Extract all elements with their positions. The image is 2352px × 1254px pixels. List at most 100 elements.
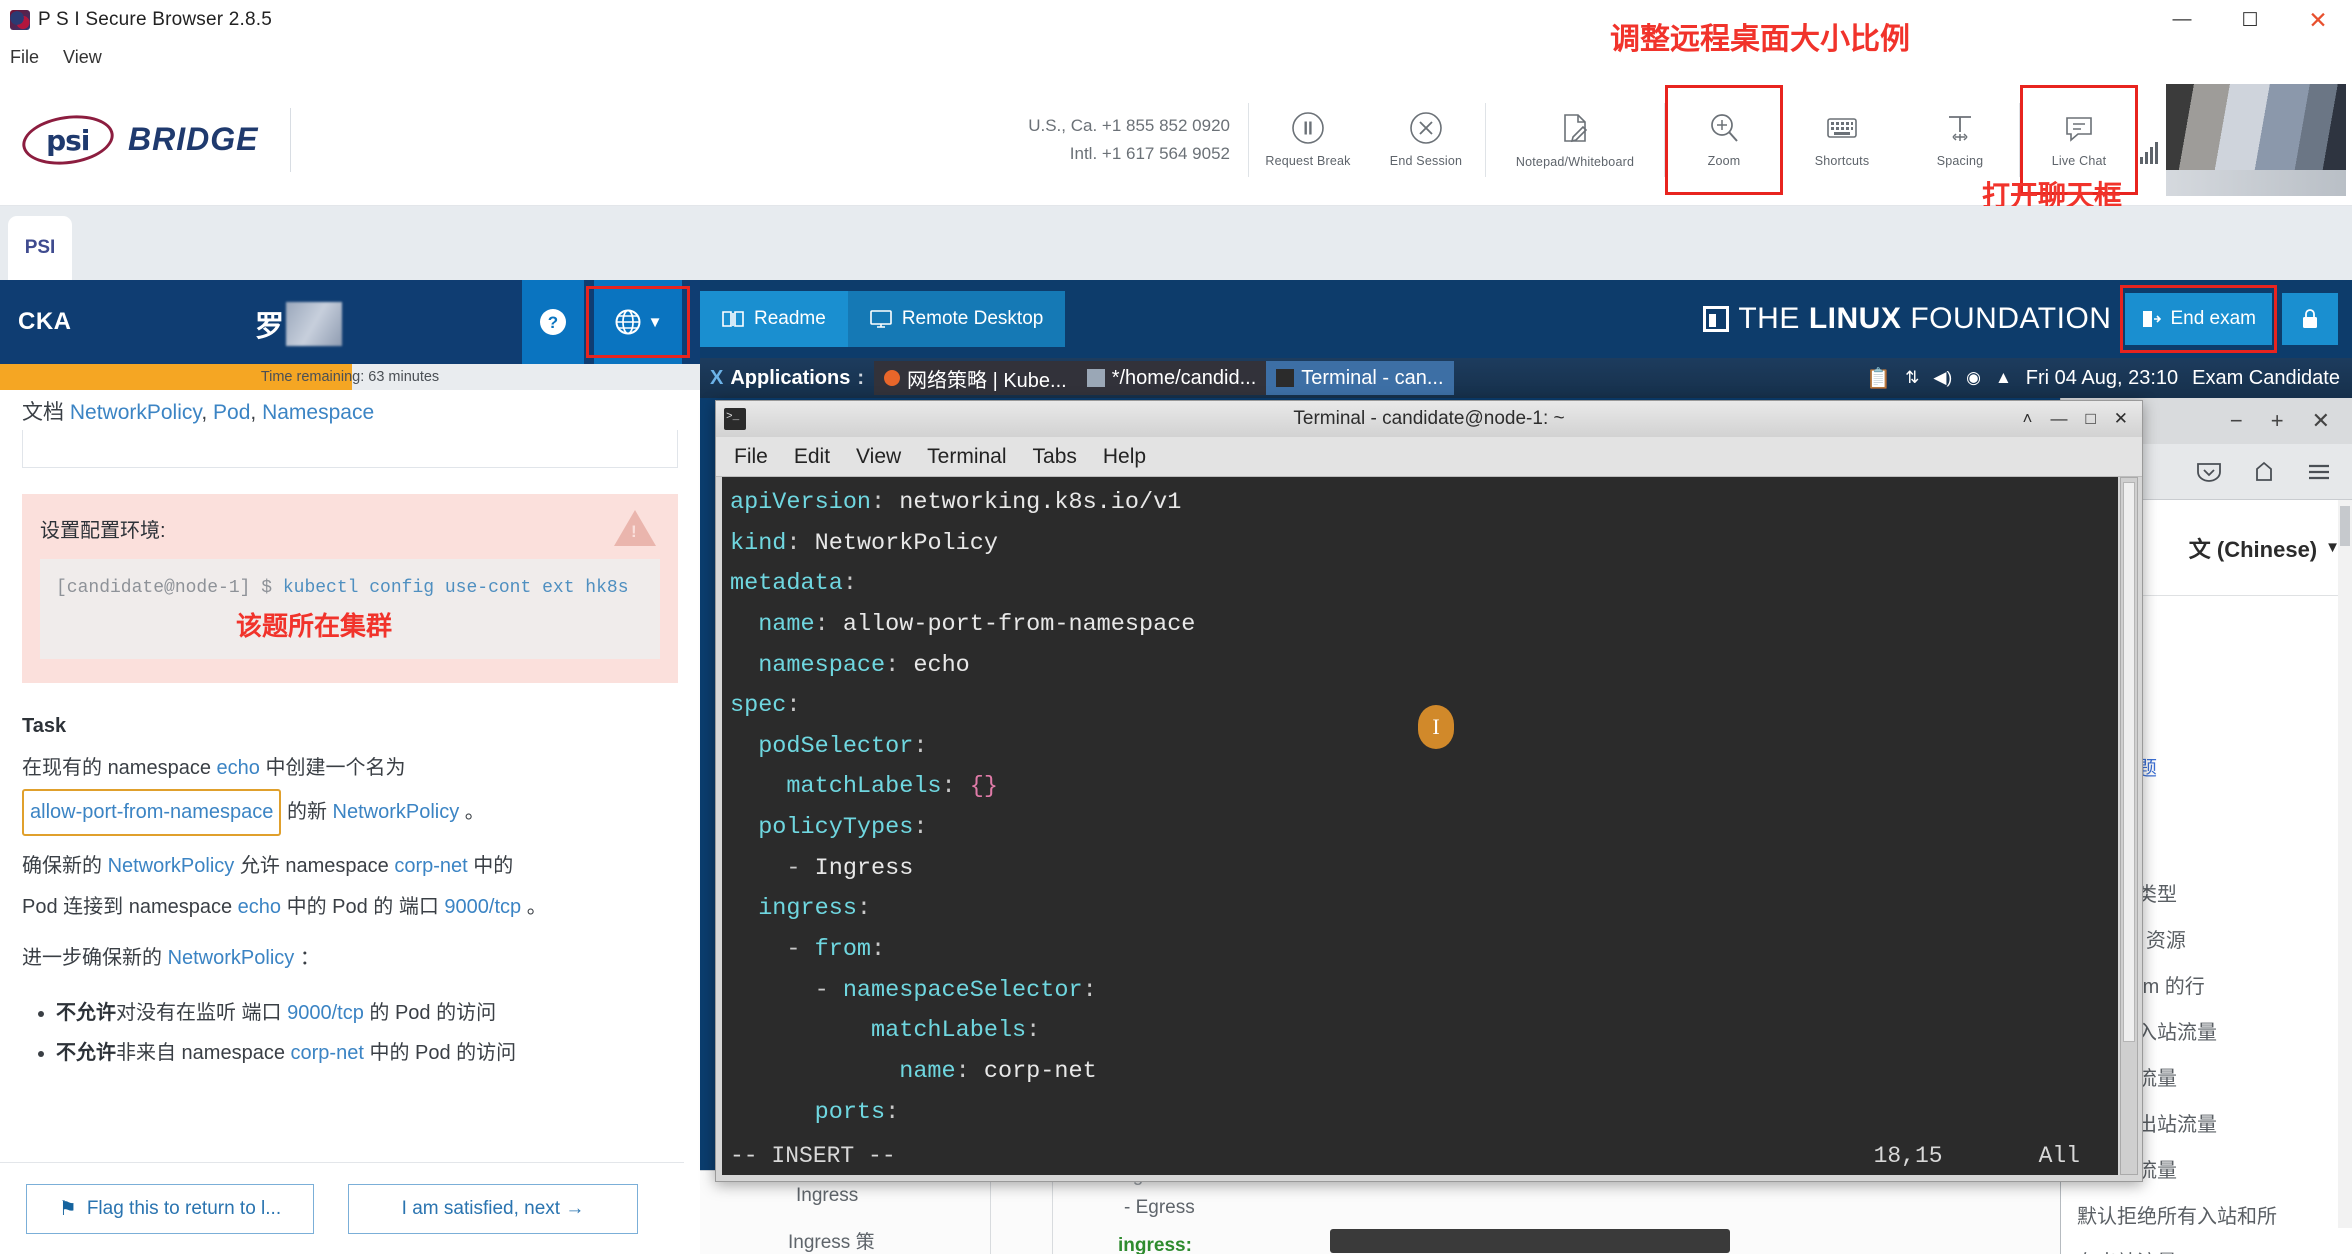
toc-item-10[interactable]: 有出站流量 xyxy=(2061,1240,2352,1254)
terminal-menu-view[interactable]: View xyxy=(856,445,901,469)
terminal-shade-button[interactable]: ˄ xyxy=(2023,409,2033,429)
task-p1-echo: echo xyxy=(216,757,260,779)
next-question-button[interactable]: I am satisfied, next → xyxy=(348,1183,638,1234)
taskbar-item-terminal[interactable]: Terminal - can... xyxy=(1266,361,1454,395)
tab-readme[interactable]: Readme xyxy=(700,291,848,347)
task-p3-a: 进一步确保新的 xyxy=(22,947,168,969)
terminal-menu-terminal[interactable]: Terminal xyxy=(927,445,1006,469)
clipboard-icon[interactable]: 📋 xyxy=(1866,366,1891,391)
terminal-line: ports: xyxy=(730,1093,2118,1134)
terminal-token: name xyxy=(730,1057,956,1085)
terminal-menu-file[interactable]: File xyxy=(734,445,768,469)
readme-hscrollbar[interactable] xyxy=(1330,1229,1730,1253)
vim-status-right: 18,15 All xyxy=(1874,1143,2110,1169)
flag-question-button[interactable]: ⚑ Flag this to return to l... xyxy=(26,1183,314,1234)
close-button[interactable]: ✕ xyxy=(2284,0,2352,40)
terminal-close-button[interactable]: ✕ xyxy=(2114,409,2128,429)
terminal-window: Terminal - candidate@node-1: ~ ˄ — □ ✕ F… xyxy=(715,400,2143,1182)
psi-logo-icon: psi xyxy=(19,109,117,170)
terminal-token: - xyxy=(730,936,815,964)
terminal-scrollbar-thumb[interactable] xyxy=(2123,482,2135,1042)
terminal-line: - Ingress xyxy=(730,849,2118,890)
shortcuts-label: Shortcuts xyxy=(1814,154,1870,168)
next-button-label: I am satisfied, next → xyxy=(401,1197,585,1219)
taskbar-item-editor[interactable]: */home/candid... xyxy=(1076,361,1267,395)
pocket-icon[interactable] xyxy=(2196,460,2222,484)
shortcuts-button[interactable]: Shortcuts xyxy=(1783,85,1901,195)
task-p2-c: 中的 xyxy=(467,855,514,877)
flag-button-label: Flag this to return to l... xyxy=(86,1197,282,1219)
setup-prompt: [candidate@node-1] $ xyxy=(56,578,283,598)
request-break-button[interactable]: Request Break xyxy=(1249,85,1367,195)
xfce-applications-menu[interactable]: X Applications : xyxy=(700,358,874,398)
lock-button[interactable] xyxy=(2282,293,2338,345)
readme-left-label-2: Ingress 策 xyxy=(788,1232,875,1253)
doc-link-pod[interactable]: Pod xyxy=(213,401,250,424)
ff-close-button[interactable]: ✕ xyxy=(2312,408,2330,434)
ff-maximize-button[interactable]: + xyxy=(2271,408,2284,434)
terminal-line: kind: NetworkPolicy xyxy=(730,524,2118,565)
firefox-scrollbar[interactable] xyxy=(2338,500,2352,1228)
notepad-icon xyxy=(1564,114,1588,143)
terminal-token: namespace xyxy=(730,651,886,679)
ff-minimize-button[interactable]: − xyxy=(2230,408,2243,434)
doc-link-namespace[interactable]: Namespace xyxy=(262,401,374,424)
bookmark-icon[interactable] xyxy=(2252,460,2276,484)
notification-icon[interactable]: ▲ xyxy=(1995,368,2012,388)
setup-command: kubectl config use-cont ext hk8s xyxy=(282,578,629,598)
volume-icon[interactable]: ◀) xyxy=(1933,368,1952,388)
firefox-icon xyxy=(884,370,901,386)
lf-logo-foundation: FOUNDATION xyxy=(1910,302,2112,335)
power-icon[interactable]: ◉ xyxy=(1966,368,1981,388)
firefox-language-label: 文 (Chinese) xyxy=(2188,536,2318,562)
menu-view[interactable]: View xyxy=(63,47,102,68)
readme-mid-label: - Egress xyxy=(1124,1197,1195,1218)
help-button[interactable]: ? xyxy=(522,280,584,364)
task-p1-a: 在现有的 xyxy=(22,757,108,779)
bullet1-b: 的 Pod 的访问 xyxy=(363,1002,497,1024)
terminal-token: : xyxy=(955,1057,984,1085)
menu-file[interactable]: File xyxy=(10,47,39,68)
annotation-adjust-remote-desktop: 调整远程桌面大小比例 xyxy=(1610,22,1910,57)
bullet1-strong: 不允许 xyxy=(56,1002,116,1024)
minimize-button[interactable]: — xyxy=(2148,0,2216,40)
terminal-menu-edit[interactable]: Edit xyxy=(794,445,830,469)
pane-divider-2 xyxy=(1052,1171,1053,1254)
terminal-token: allow-port-from-namespace xyxy=(842,610,1196,638)
terminal-scrollbar[interactable] xyxy=(2120,477,2138,1175)
terminal-menu-help[interactable]: Help xyxy=(1103,445,1146,469)
pane-divider-1 xyxy=(990,1171,991,1254)
terminal-token: Ingress xyxy=(814,854,914,882)
terminal-content[interactable]: apiVersion: networking.k8s.io/v1 kind: Ne… xyxy=(722,477,2118,1175)
taskbar-item-firefox[interactable]: 网络策略 | Kube... xyxy=(874,361,1077,395)
doc-link-networkpolicy[interactable]: NetworkPolicy xyxy=(70,401,201,424)
notepad-whiteboard-button[interactable]: Notepad/Whiteboard xyxy=(1486,85,1664,195)
taskbar-terminal-label: Terminal - can... xyxy=(1301,366,1444,389)
hamburger-menu-icon[interactable] xyxy=(2306,461,2332,483)
terminal-token: : xyxy=(1026,1017,1041,1045)
language-switch-button[interactable]: ▼ xyxy=(594,280,682,364)
terminal-minimize-button[interactable]: — xyxy=(2050,409,2067,429)
end-session-button[interactable]: End Session xyxy=(1367,85,1485,195)
terminal-menu-tabs[interactable]: Tabs xyxy=(1033,445,1077,469)
task-p2-d: Pod 连接到 namespace xyxy=(22,896,238,918)
phone-us: U.S., Ca. +1 855 852 0920 xyxy=(1028,116,1230,136)
editor-icon xyxy=(1086,369,1105,387)
lf-logo-the: THE xyxy=(1738,302,1800,335)
tab-psi[interactable]: PSI xyxy=(8,216,72,280)
terminal-maximize-button[interactable]: □ xyxy=(2085,409,2095,429)
task-p2-port: 9000/tcp xyxy=(444,896,522,918)
zoom-button[interactable]: Zoom xyxy=(1665,84,1783,195)
tab-remote-desktop[interactable]: Remote Desktop xyxy=(847,291,1066,347)
firefox-scrollbar-thumb[interactable] xyxy=(2340,506,2350,546)
terminal-token: : xyxy=(814,610,843,638)
network-icon[interactable]: ⇅ xyxy=(1905,368,1919,388)
terminal-token: : xyxy=(913,814,928,842)
maximize-button[interactable]: ☐ xyxy=(2216,0,2284,40)
end-exam-button[interactable]: End exam xyxy=(2120,285,2277,353)
annotation-cluster-note: 该题所在集群 xyxy=(236,612,393,642)
toc-item-9[interactable]: 默认拒绝所有入站和所 xyxy=(2061,1194,2352,1240)
exam-timer-bar: Time remaining: 63 minutes xyxy=(0,364,700,390)
lf-logo-linux: LINUX xyxy=(1808,302,1902,335)
task-heading: Task xyxy=(22,715,67,737)
